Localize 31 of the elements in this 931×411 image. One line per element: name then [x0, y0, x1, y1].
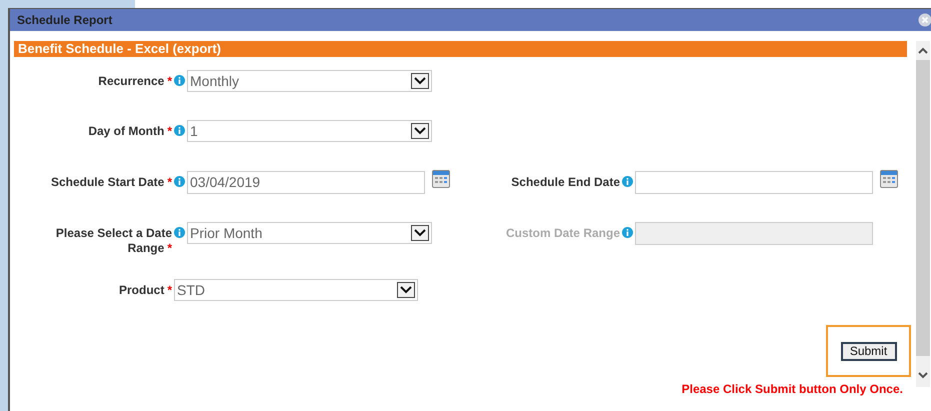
calendar-icon[interactable] — [432, 170, 450, 188]
date-field[interactable]: 03/04/2019 — [187, 171, 425, 194]
chevron-down-icon[interactable] — [411, 123, 429, 139]
info-icon[interactable] — [174, 125, 185, 136]
window-title: Schedule Report — [17, 12, 112, 29]
section-header: Benefit Schedule - Excel (export) — [14, 41, 907, 57]
chevron-up-icon[interactable] — [918, 47, 928, 54]
info-icon[interactable] — [174, 227, 185, 238]
field-label: Day of Month * — [87, 124, 172, 139]
chevron-down-icon[interactable] — [411, 73, 429, 89]
dropdown[interactable]: 1 — [187, 120, 432, 142]
field-label: Custom Date Range — [504, 226, 620, 241]
field-label: Schedule End Date — [510, 175, 620, 190]
field-label: Please Select a Date Range * — [54, 226, 172, 256]
dropdown[interactable]: Prior Month — [187, 222, 432, 244]
dropdown[interactable]: STD — [174, 279, 418, 301]
field-label: Recurrence * — [97, 74, 172, 89]
submit-button[interactable]: Submit — [840, 342, 896, 360]
chevron-down-icon[interactable] — [411, 225, 429, 241]
info-icon[interactable] — [174, 176, 185, 187]
notice-text: Please Click Submit button Only Once. — [682, 381, 903, 398]
chevron-down-icon[interactable] — [397, 282, 415, 298]
field-label: Schedule Start Date * — [50, 175, 172, 190]
calendar-icon[interactable] — [880, 170, 898, 188]
info-icon[interactable] — [174, 75, 185, 86]
date-field[interactable] — [635, 171, 873, 194]
info-icon[interactable] — [622, 176, 633, 187]
chevron-down-icon[interactable] — [918, 372, 928, 379]
field-label: Product * — [118, 283, 172, 298]
close-icon[interactable] — [918, 13, 931, 27]
dropdown[interactable]: Monthly — [187, 70, 432, 92]
